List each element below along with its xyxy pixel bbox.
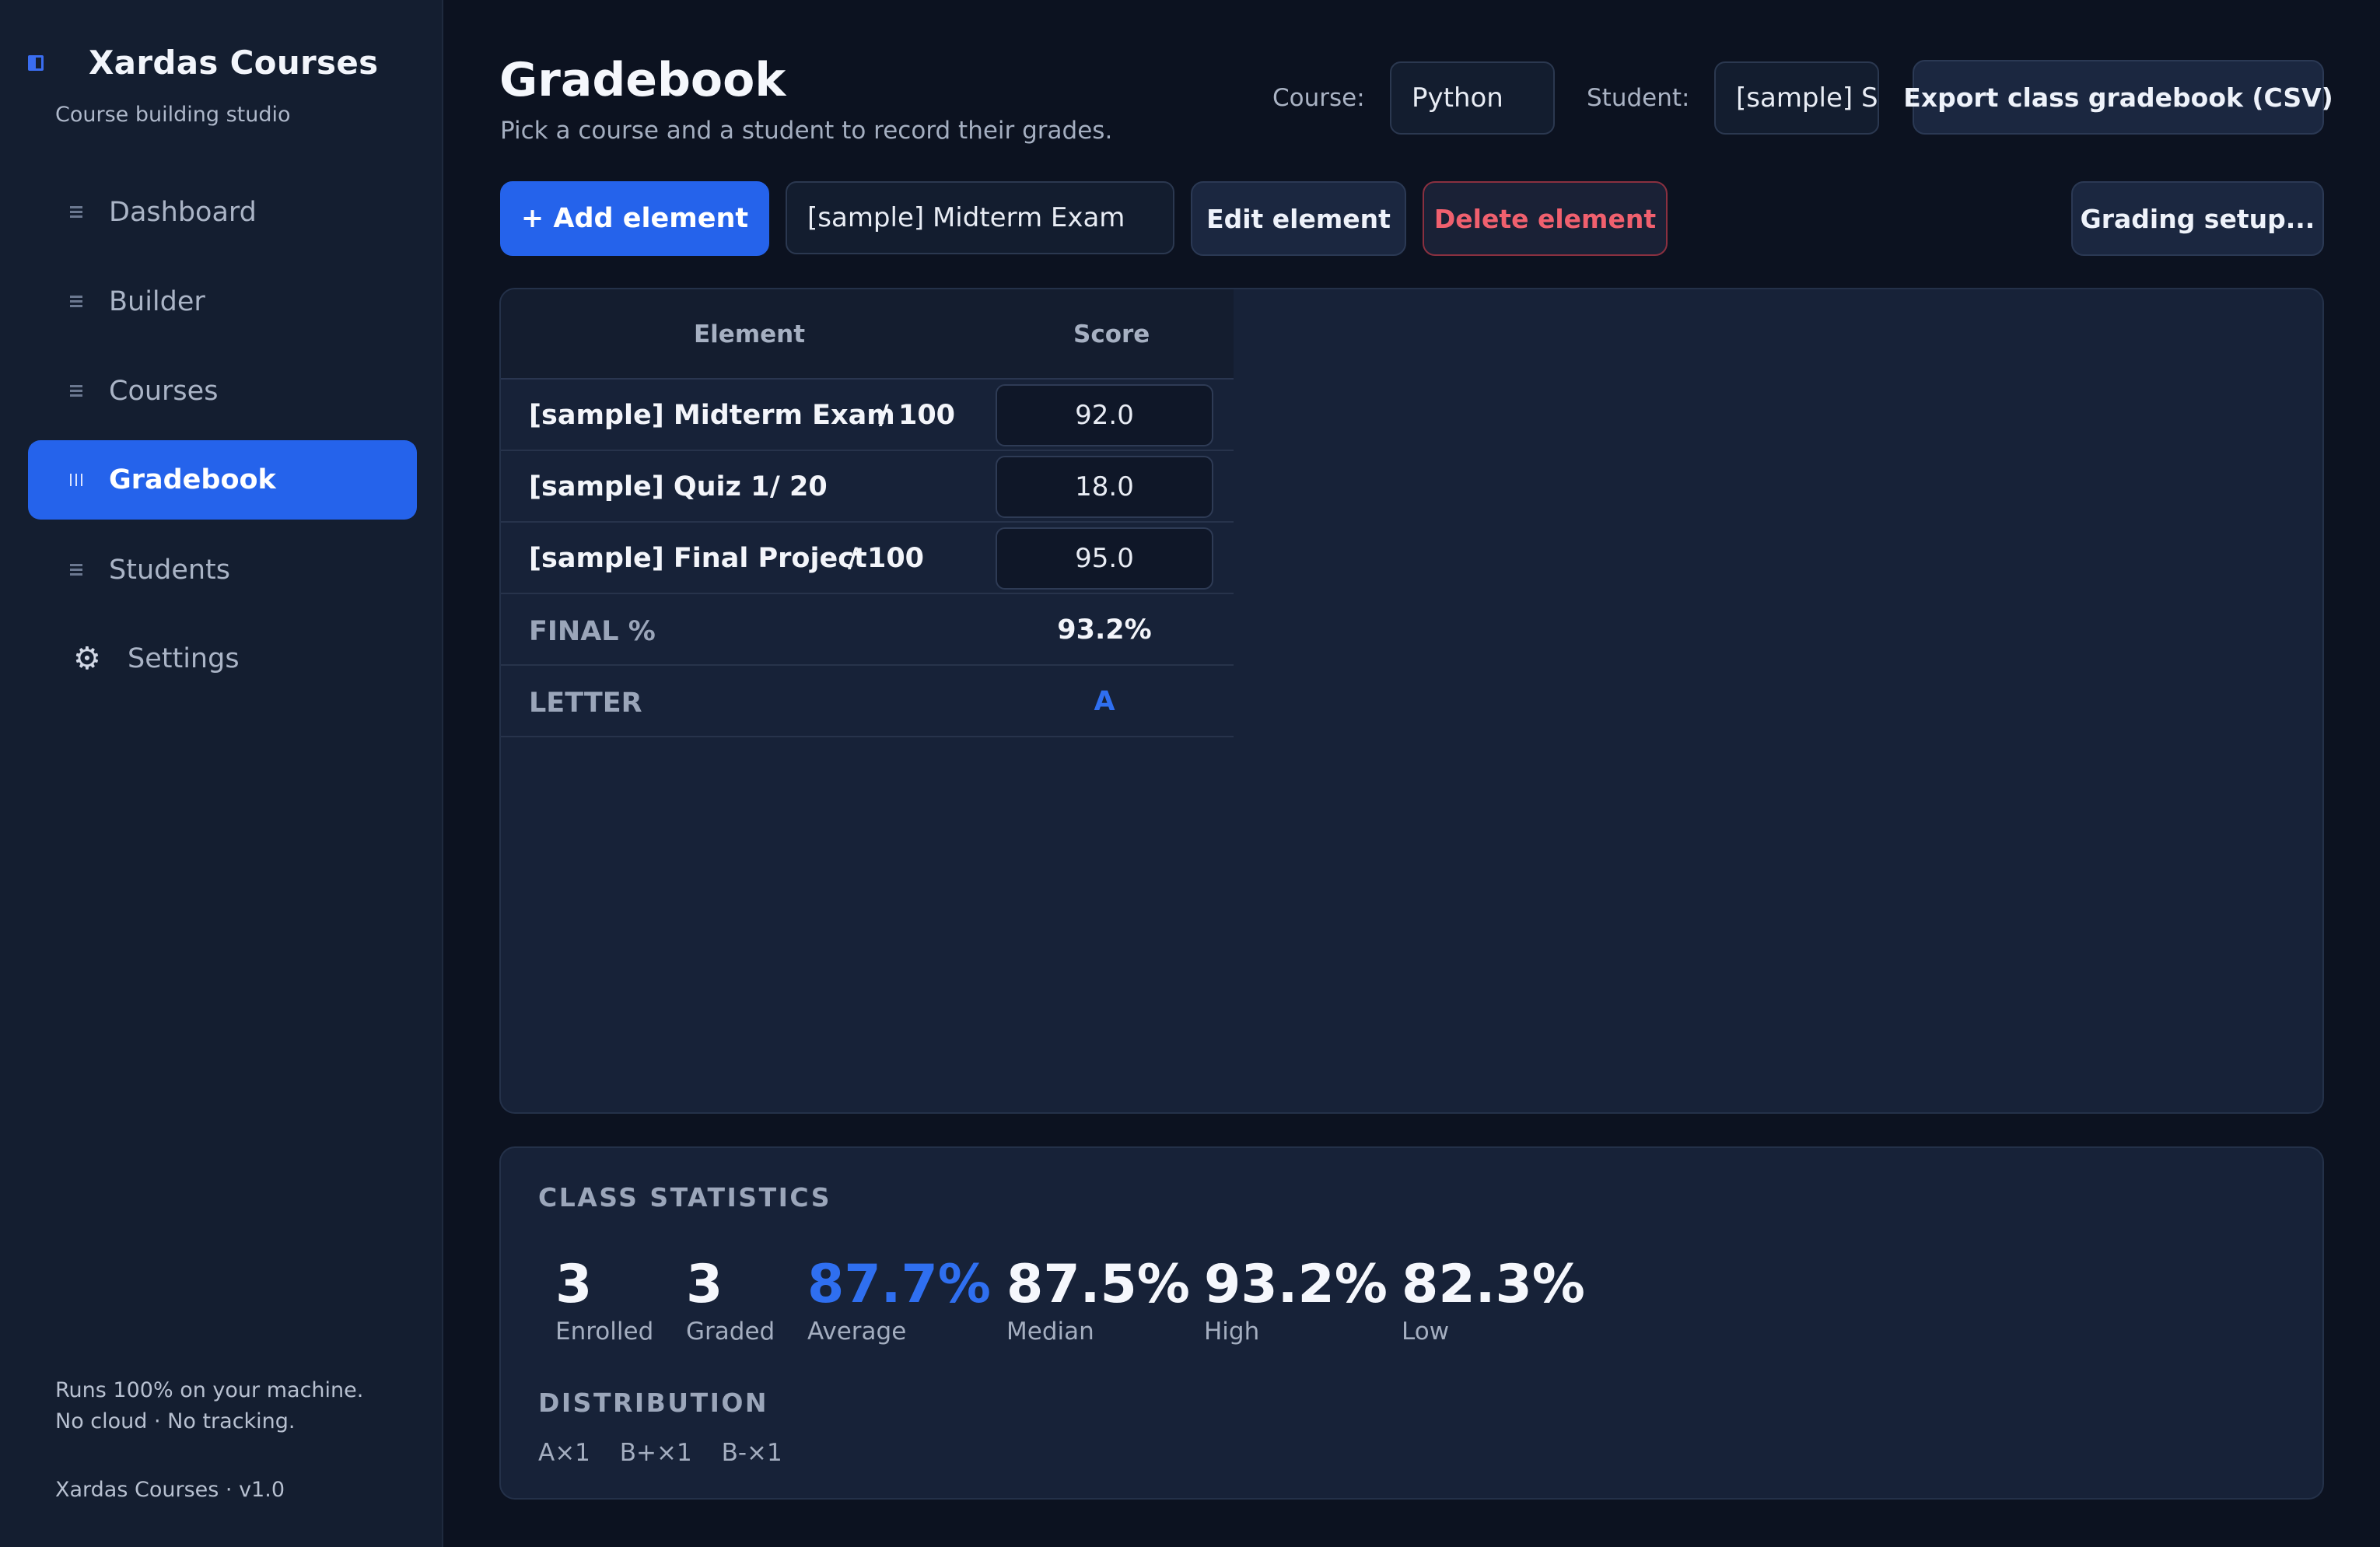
sidebar-footer: Runs 100% on your machine. No cloud · No… [55, 1375, 363, 1437]
grading-setup-button[interactable]: Grading setup... [2071, 181, 2324, 256]
letter-grade-value: A [1094, 686, 1115, 717]
stat-label: Low [1402, 1318, 1450, 1346]
table-row: [sample] Final Project / 100 95.0 [501, 523, 1234, 594]
delete-element-button[interactable]: Delete element [1423, 181, 1668, 256]
sidebar-item-gradebook[interactable]: Gradebook [28, 440, 417, 520]
version-label: Xardas Courses · v1.0 [55, 1478, 285, 1502]
stat-label: Median [1006, 1318, 1094, 1346]
sidebar-item-label: Courses [109, 376, 219, 407]
brand-title: Xardas Courses [89, 44, 379, 82]
stat-value: 3 [555, 1254, 593, 1315]
edit-element-button[interactable]: Edit element [1191, 181, 1406, 256]
element-max: / 100 [879, 400, 956, 431]
letter-grade-label: LETTER [529, 688, 642, 719]
column-header-score: Score [1073, 320, 1150, 348]
course-select[interactable]: Python [1390, 61, 1555, 135]
footer-line: Runs 100% on your machine. [55, 1378, 364, 1402]
table-row: [sample] Midterm Exam / 100 92.0 [501, 380, 1234, 451]
sidebar-item-settings[interactable]: ⚙ Settings [28, 619, 417, 698]
list-icon [70, 296, 82, 308]
table-header: Element Score [501, 289, 1234, 380]
sidebar-item-courses[interactable]: Courses [28, 352, 417, 431]
student-select[interactable]: [sample] Student [1714, 61, 1879, 135]
sidebar-item-dashboard[interactable]: Dashboard [28, 173, 417, 252]
export-csv-button[interactable]: Export class gradebook (CSV) [1903, 60, 2333, 135]
stat-value: 87.7% [807, 1254, 991, 1315]
element-select[interactable]: [sample] Midterm Exam [786, 181, 1174, 254]
column-header-element: Element [694, 320, 806, 348]
table-row: [sample] Quiz 1 / 20 18.0 [501, 451, 1234, 523]
stat-label: Graded [686, 1318, 775, 1346]
sidebar-toggle-icon[interactable] [28, 54, 44, 71]
grade-table: Element Score [sample] Midterm Exam / 10… [501, 289, 1234, 737]
score-input[interactable]: 18.0 [996, 456, 1213, 518]
app-window: Xardas Courses Course building studio Da… [0, 0, 2380, 1547]
final-percent-row: FINAL % 93.2% [501, 594, 1234, 666]
stat-graded: 3 Graded [686, 1254, 775, 1346]
sidebar-item-label: Settings [128, 643, 240, 674]
class-statistics-panel: CLASS STATISTICS 3 Enrolled 3 Graded 87.… [499, 1146, 2324, 1500]
distribution-item: B+×1 [619, 1439, 692, 1467]
sidebar: Xardas Courses Course building studio Da… [0, 0, 443, 1547]
columns-icon [70, 474, 82, 486]
distribution-item: B-×1 [721, 1439, 782, 1467]
stat-median: 87.5% Median [1006, 1254, 1190, 1346]
list-icon [70, 385, 82, 397]
final-percent-value: 93.2% [1057, 614, 1152, 646]
sidebar-item-label: Students [109, 555, 231, 586]
sidebar-item-label: Dashboard [109, 197, 257, 228]
element-name: [sample] Midterm Exam [529, 400, 895, 431]
sidebar-item-label: Builder [109, 286, 205, 317]
element-max: / 20 [770, 471, 828, 502]
course-label: Course: [1272, 84, 1365, 112]
score-input[interactable]: 95.0 [996, 527, 1213, 590]
score-input[interactable]: 92.0 [996, 384, 1213, 446]
page-title: Gradebook [499, 53, 786, 107]
stat-label: Enrolled [555, 1318, 654, 1346]
distribution-item: A×1 [538, 1439, 590, 1467]
list-icon [70, 206, 82, 219]
stat-value: 93.2% [1204, 1254, 1388, 1315]
class-statistics-title: CLASS STATISTICS [538, 1182, 831, 1213]
element-max: / 100 [848, 543, 925, 574]
grade-distribution: A×1 B+×1 B-×1 [538, 1439, 804, 1467]
stat-high: 93.2% High [1204, 1254, 1388, 1346]
stat-value: 82.3% [1402, 1254, 1585, 1315]
gear-icon: ⚙ [73, 641, 101, 677]
add-element-button[interactable]: + Add element [500, 181, 769, 256]
stat-low: 82.3% Low [1402, 1254, 1585, 1346]
sidebar-item-students[interactable]: Students [28, 530, 417, 610]
stat-label: Average [807, 1318, 907, 1346]
footer-line: No cloud · No tracking. [55, 1409, 296, 1433]
element-name: [sample] Final Project [529, 543, 867, 574]
brand: Xardas Courses [28, 44, 378, 82]
final-percent-label: FINAL % [529, 616, 656, 647]
sidebar-item-builder[interactable]: Builder [28, 262, 417, 341]
element-name: [sample] Quiz 1 [529, 471, 770, 502]
distribution-title: DISTRIBUTION [538, 1388, 769, 1418]
list-icon [70, 564, 82, 576]
stat-value: 87.5% [1006, 1254, 1190, 1315]
brand-subtitle: Course building studio [55, 103, 291, 127]
stat-enrolled: 3 Enrolled [555, 1254, 653, 1346]
stat-label: High [1204, 1318, 1260, 1346]
student-label: Student: [1587, 84, 1690, 112]
grade-panel: Element Score [sample] Midterm Exam / 10… [499, 288, 2324, 1114]
sidebar-item-label: Gradebook [109, 464, 276, 495]
stat-average: 87.7% Average [807, 1254, 991, 1346]
stat-value: 3 [686, 1254, 723, 1315]
letter-grade-row: LETTER A [501, 666, 1234, 737]
page-subtitle: Pick a course and a student to record th… [500, 117, 1113, 145]
